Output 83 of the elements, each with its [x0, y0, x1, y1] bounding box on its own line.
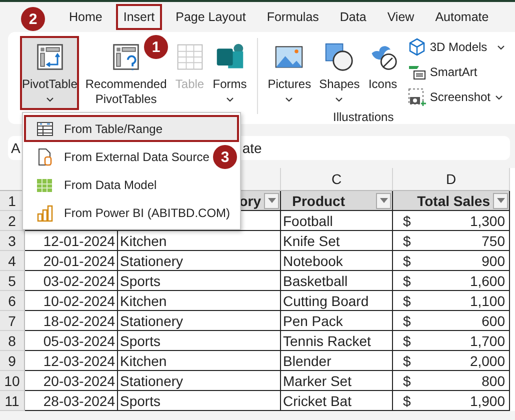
table-cell: 1,700 [470, 332, 505, 348]
table-cell: Kitchen [120, 352, 167, 368]
ribbon-button[interactable]: Screenshot [406, 86, 508, 108]
table-cell: Basketball [283, 272, 348, 288]
table-cell: 900 [482, 252, 505, 268]
table-cell: Blender [283, 352, 332, 368]
ribbon-tab[interactable]: Automate [428, 4, 496, 30]
table-cell: 28-03-2024 [43, 392, 115, 408]
table-cell: 12-03-2024 [43, 352, 115, 368]
table-cell: Knife Set [283, 232, 340, 248]
currency-symbol: $ [403, 352, 411, 368]
menu-item[interactable]: From Data Model [24, 171, 161, 198]
row-number[interactable]: 10 [0, 371, 25, 391]
table-cell: 1,300 [470, 212, 505, 228]
row-number[interactable]: 4 [0, 251, 25, 271]
ribbon-tab[interactable]: Formulas [260, 4, 326, 30]
ribbon-button[interactable]: Shapes [317, 36, 362, 110]
table-cell: Football [283, 212, 333, 228]
row-number[interactable]: 7 [0, 311, 25, 331]
ribbon-tab[interactable]: Page Layout [168, 4, 253, 30]
table-cell: 20-01-2024 [43, 252, 115, 268]
step-badge: 2 [21, 7, 45, 31]
table-cell: Kitchen [120, 232, 167, 248]
row-number[interactable]: 9 [0, 351, 25, 371]
ribbon-tab[interactable]: Data [332, 4, 374, 30]
ribbon-tab[interactable]: View [380, 4, 422, 30]
table-cell: Sports [120, 392, 160, 408]
menu-item[interactable]: From Table/Range [24, 115, 239, 142]
table-cell: 1,600 [470, 272, 505, 288]
table-cell: Notebook [283, 252, 343, 268]
formula-text: ate [242, 140, 262, 156]
table-cell: 12-01-2024 [43, 232, 115, 248]
header-cell: Product [292, 192, 345, 208]
table-cell: 20-03-2024 [43, 372, 115, 388]
table-cell: Stationery [120, 252, 184, 268]
ribbon-tab[interactable]: Insert [116, 4, 162, 30]
table-cell: Pen Pack [283, 312, 343, 328]
table-cell: 05-03-2024 [43, 332, 115, 348]
table-cell: Sports [120, 332, 160, 348]
column-header[interactable]: D [393, 168, 510, 191]
header-cell: Total Sales [417, 192, 490, 208]
table-cell: Stationery [120, 372, 184, 388]
row-number[interactable]: 6 [0, 291, 25, 311]
row-number[interactable]: 11 [0, 391, 25, 411]
table-cell: Marker Set [283, 372, 352, 388]
group-label: Illustrations [333, 110, 394, 124]
table-cell: Cricket Bat [283, 392, 352, 408]
table-cell: 1,100 [470, 292, 505, 308]
currency-symbol: $ [403, 272, 411, 288]
ribbon-button[interactable]: Icons [366, 36, 400, 110]
table-cell: 600 [482, 312, 505, 328]
table-cell: Cutting Board [283, 292, 369, 308]
table-cell: 03-02-2024 [43, 272, 115, 288]
name-box-text: A [11, 140, 20, 156]
menu-item[interactable]: From Power BI (ABITBD.COM) [24, 199, 234, 226]
currency-symbol: $ [403, 312, 411, 328]
ribbon-button[interactable]: PivotTable [20, 36, 80, 110]
currency-symbol: $ [403, 372, 411, 388]
table-cell: 1,900 [470, 392, 505, 408]
currency-symbol: $ [403, 392, 411, 408]
table-cell: 800 [482, 372, 505, 388]
table-cell: 750 [482, 232, 505, 248]
table-cell: Tennis Racket [283, 332, 371, 348]
ribbon-button[interactable]: Pictures [266, 36, 314, 110]
ribbon-button[interactable]: SmartArt [406, 61, 508, 83]
ribbon-button[interactable]: Forms [210, 36, 249, 110]
row-number[interactable]: 8 [0, 331, 25, 351]
currency-symbol: $ [403, 332, 411, 348]
table-cell: 2,000 [470, 352, 505, 368]
table-cell: Kitchen [120, 292, 167, 308]
currency-symbol: $ [403, 212, 411, 228]
table-cell: 10-02-2024 [43, 292, 115, 308]
row-number[interactable]: 5 [0, 271, 25, 291]
row-number[interactable]: 3 [0, 231, 25, 251]
column-header[interactable]: C [281, 168, 393, 191]
table-cell: 18-02-2024 [43, 312, 115, 328]
table-cell: Sports [120, 272, 160, 288]
ribbon-tab[interactable]: Home [62, 4, 110, 30]
currency-symbol: $ [403, 292, 411, 308]
currency-symbol: $ [403, 232, 411, 248]
ribbon-button[interactable]: 3D Models [406, 36, 508, 58]
currency-symbol: $ [403, 252, 411, 268]
table-cell: Stationery [120, 312, 184, 328]
